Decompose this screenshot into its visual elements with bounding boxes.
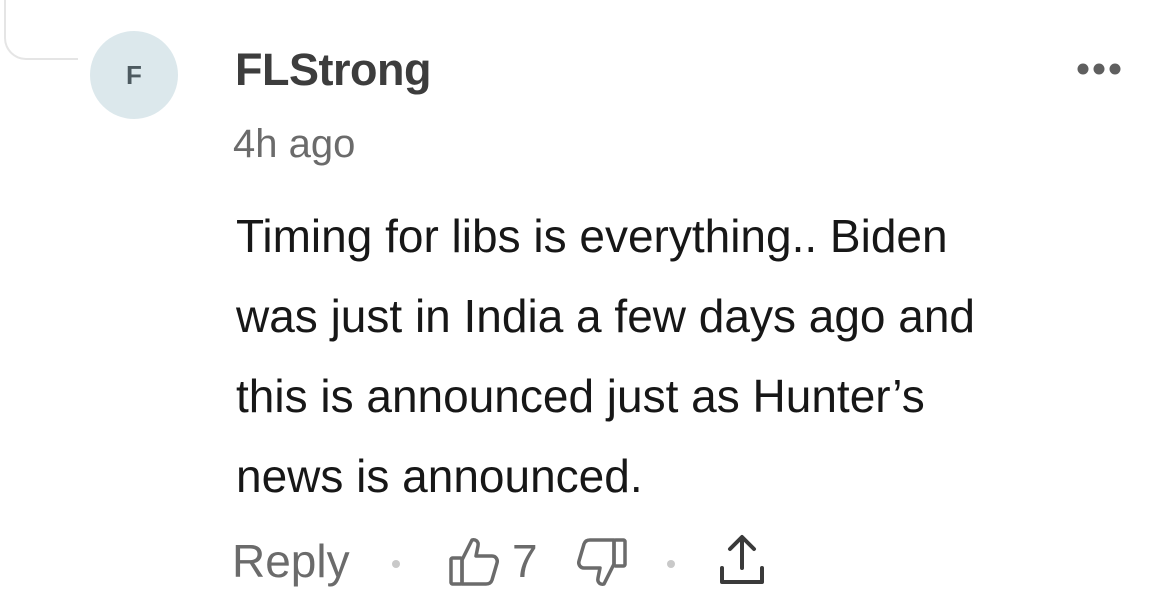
comment-author[interactable]: FLStrong — [235, 44, 431, 96]
thumbs-down-icon — [577, 538, 627, 586]
like-button[interactable] — [448, 534, 500, 590]
comment-line: news is announced. — [236, 450, 643, 502]
like-count: 7 — [512, 535, 538, 587]
comment-body: Timing for libs is everything.. Biden wa… — [236, 196, 1136, 516]
comment-actions: Reply 7 — [232, 530, 792, 594]
avatar-letter: F — [126, 59, 142, 90]
comment-line: this is announced just as Hunter’s — [236, 370, 925, 422]
comment-line: Timing for libs is everything.. Biden — [236, 210, 948, 262]
comment-line: was just in India a few days ago and — [236, 290, 976, 342]
separator-dot — [392, 560, 400, 568]
more-options-button[interactable] — [1072, 52, 1126, 86]
reply-button[interactable]: Reply — [232, 534, 350, 588]
share-upload-icon — [720, 535, 764, 584]
comment-timestamp: 4h ago — [233, 122, 356, 166]
thread-connector-line — [4, 0, 78, 60]
separator-dot — [667, 560, 675, 568]
share-button[interactable] — [716, 532, 768, 588]
dislike-button[interactable] — [576, 536, 628, 592]
avatar[interactable]: F — [90, 31, 178, 119]
thumbs-up-icon — [449, 538, 499, 586]
more-options-icon — [1077, 63, 1121, 75]
